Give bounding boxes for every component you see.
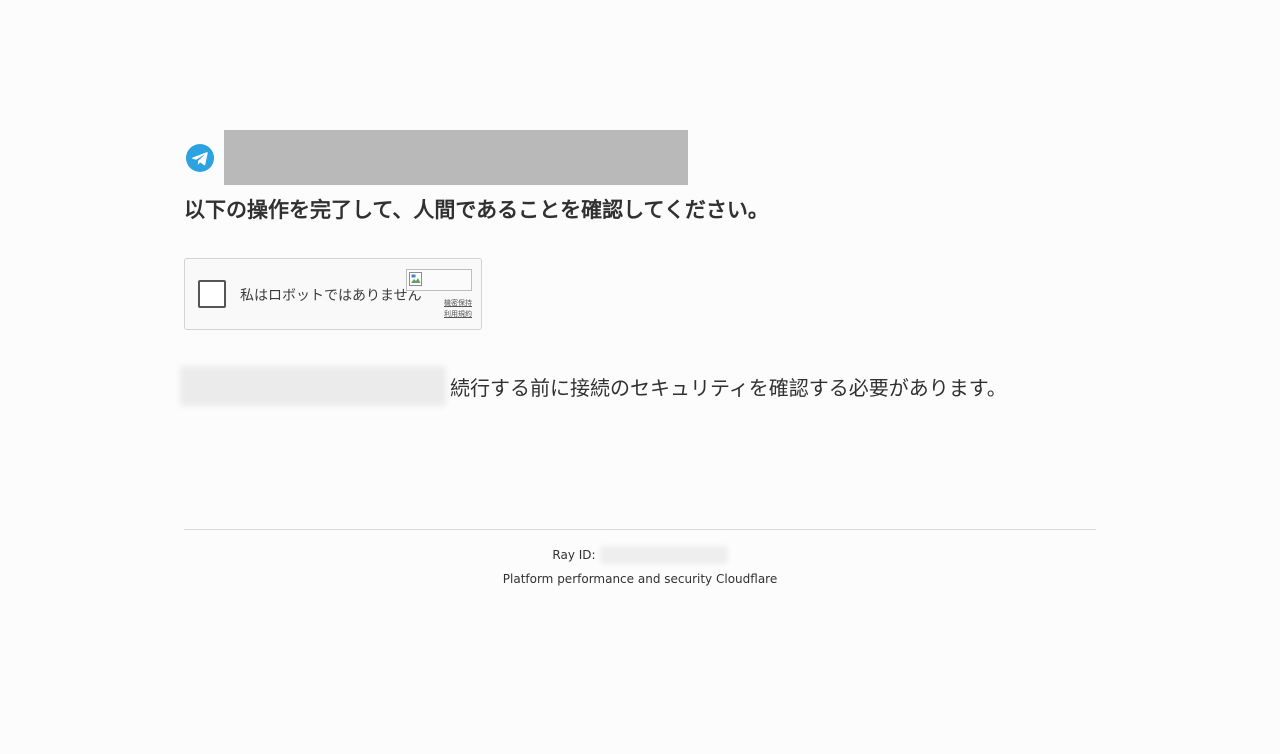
challenge-page: 以下の操作を完了して、人間であることを確認してください。 私はロボットではありま… xyxy=(0,0,1280,754)
performance-text: Platform performance and security xyxy=(502,572,713,586)
security-info-text: 続行する前に接続のセキュリティを確認する必要があります。 xyxy=(450,375,1007,400)
not-robot-checkbox[interactable] xyxy=(198,280,226,308)
telegram-icon xyxy=(185,143,215,173)
security-info: 続行する前に接続のセキュリティを確認する必要があります。 xyxy=(180,366,1007,406)
captcha-widget: 私はロボットではありません 機密保持 利用規約 xyxy=(184,258,482,330)
site-header xyxy=(184,130,688,185)
redacted-ray-id xyxy=(599,546,728,564)
footer-divider xyxy=(184,529,1096,530)
footer-credit: Platform performance and security Cloudf… xyxy=(0,572,1280,586)
privacy-link[interactable]: 機密保持 xyxy=(444,298,472,309)
captcha-label: 私はロボットではありません xyxy=(240,288,422,304)
ray-id: Ray ID: xyxy=(0,546,1280,564)
redacted-domain xyxy=(180,366,446,406)
captcha-logo xyxy=(406,269,472,291)
broken-image-icon xyxy=(408,271,424,287)
captcha-links: 機密保持 利用規約 xyxy=(444,298,472,320)
redacted-site-title xyxy=(224,130,688,185)
cloudflare-link[interactable]: Cloudflare xyxy=(716,572,777,586)
page-heading: 以下の操作を完了して、人間であることを確認してください。 xyxy=(184,198,769,222)
ray-id-label: Ray ID: xyxy=(552,548,596,562)
terms-link[interactable]: 利用規約 xyxy=(444,309,472,320)
